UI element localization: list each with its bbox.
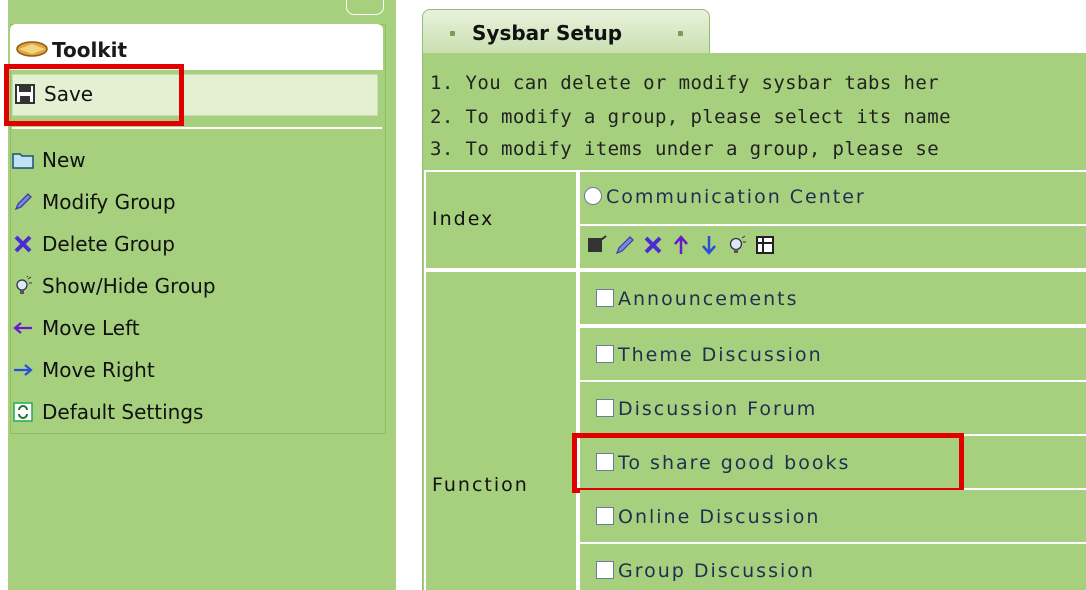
arrow-left-icon [12, 317, 34, 339]
list-icon[interactable] [754, 234, 776, 256]
delete-x-icon [12, 233, 34, 255]
function-item-theme-discussion[interactable]: Theme Discussion [596, 344, 823, 366]
default-settings-button[interactable]: Default Settings [12, 400, 203, 424]
pencil-icon [12, 191, 34, 213]
refresh-icon [12, 401, 34, 423]
default-settings-label: Default Settings [42, 400, 204, 424]
highlight-box-save [4, 64, 184, 126]
move-right-button[interactable]: Move Right [12, 358, 155, 382]
lightbulb-icon [12, 275, 34, 297]
delete-group-label: Delete Group [42, 232, 175, 256]
book-icon [16, 41, 48, 57]
function-label-cell [426, 272, 576, 590]
function-item-label: Announcements [618, 288, 799, 310]
toolkit-divider [12, 127, 382, 129]
index-group-option[interactable]: Communication Center [584, 186, 866, 208]
panel-corner-handle [346, 0, 384, 15]
checkbox[interactable] [596, 561, 614, 579]
delete-group-button[interactable]: Delete Group [12, 232, 175, 256]
function-item-label: Theme Discussion [618, 344, 823, 366]
highlight-box-share-good-books [572, 433, 964, 493]
move-right-label: Move Right [42, 358, 155, 382]
function-item-label: Discussion Forum [618, 398, 818, 420]
function-item-group-discussion[interactable]: Group Discussion [596, 560, 815, 582]
move-left-button[interactable]: Move Left [12, 316, 140, 340]
index-group-name: Communication Center [606, 186, 866, 208]
arrow-down-icon[interactable] [698, 234, 720, 256]
folder-icon [12, 149, 34, 171]
instruction-line-2: 2. To modify a group, please select its … [430, 106, 951, 128]
tab-dot-right [678, 31, 683, 36]
lightbulb-icon[interactable] [726, 234, 748, 256]
show-hide-group-label: Show/Hide Group [42, 274, 216, 298]
modify-group-label: Modify Group [42, 190, 176, 214]
move-left-label: Move Left [42, 316, 140, 340]
function-item-label: Group Discussion [618, 560, 815, 582]
delete-x-icon[interactable] [642, 234, 664, 256]
new-label: New [42, 148, 86, 172]
arrow-right-icon [12, 359, 34, 381]
function-item-discussion-forum[interactable]: Discussion Forum [596, 398, 817, 420]
instruction-line-3: 3. To modify items under a group, please… [430, 138, 940, 160]
checkbox[interactable] [596, 399, 614, 417]
toolkit-title: Toolkit [52, 38, 128, 62]
function-item-online-discussion[interactable]: Online Discussion [596, 506, 820, 528]
checkbox[interactable] [596, 289, 614, 307]
arrow-up-icon[interactable] [670, 234, 692, 256]
new-button[interactable]: New [12, 148, 86, 172]
pencil-icon[interactable] [614, 234, 636, 256]
checkbox[interactable] [596, 507, 614, 525]
checkbox[interactable] [596, 345, 614, 363]
show-hide-group-button[interactable]: Show/Hide Group [12, 274, 216, 298]
function-label: Function [432, 474, 529, 496]
index-label: Index [432, 208, 495, 230]
function-item-label: Online Discussion [618, 506, 821, 528]
tab-dot-left [450, 31, 455, 36]
modify-group-button[interactable]: Modify Group [12, 190, 176, 214]
tab-label: Sysbar Setup [472, 21, 623, 45]
radio-button[interactable] [584, 187, 602, 205]
edit-icon[interactable] [586, 234, 608, 256]
function-item-announcements[interactable]: Announcements [596, 288, 799, 310]
instruction-line-1: 1. You can delete or modify sysbar tabs … [430, 72, 940, 94]
